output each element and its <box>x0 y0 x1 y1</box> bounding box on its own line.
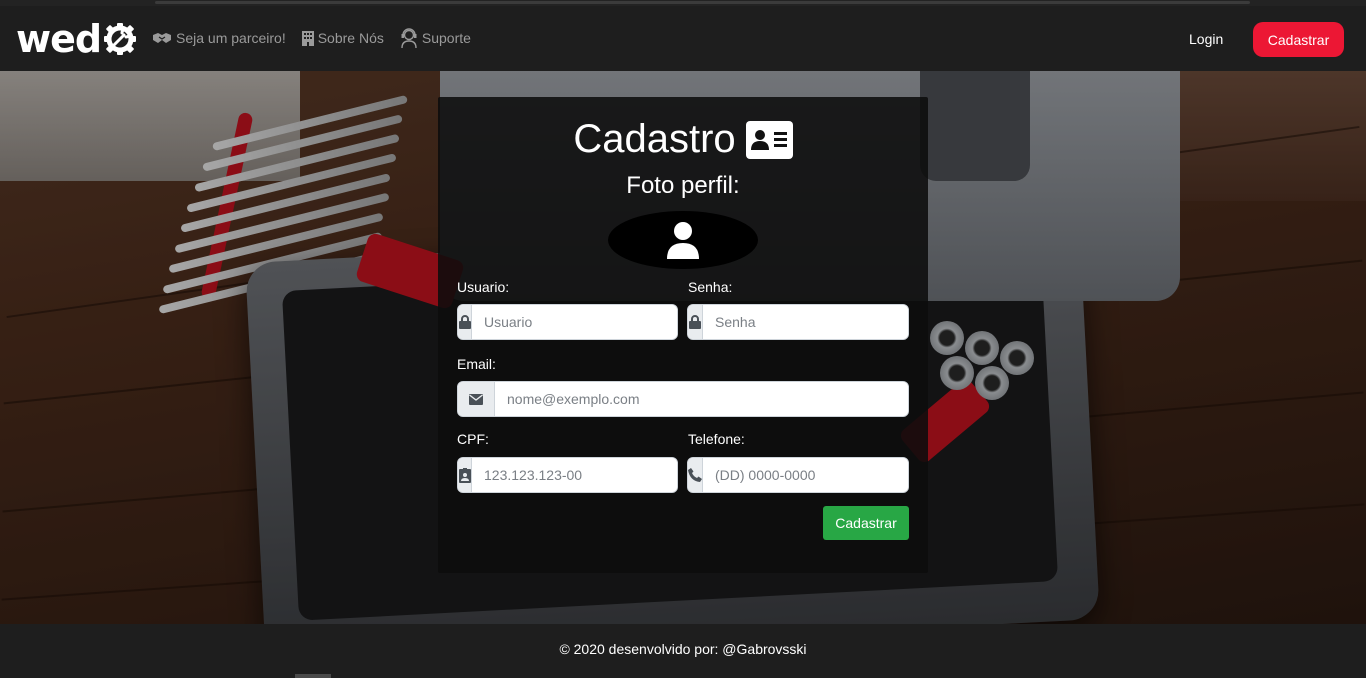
avatar-upload[interactable] <box>608 211 758 269</box>
user-icon <box>667 222 699 259</box>
email-input[interactable] <box>495 382 908 416</box>
telefone-label: Telefone: <box>688 431 745 447</box>
usuario-input-group <box>457 304 678 340</box>
footer: © 2020 desenvolvido por: @Gabrovsski <box>0 624 1366 678</box>
cpf-label: CPF: <box>457 431 489 447</box>
nav-link-about[interactable]: Sobre Nós <box>301 28 384 48</box>
top-scrollbar[interactable] <box>155 1 1250 4</box>
cpf-input-group <box>457 457 678 493</box>
bottom-scroll-indicator[interactable] <box>295 674 331 678</box>
brand-name: wed <box>16 17 102 61</box>
nav-link-support[interactable]: Suporte <box>400 28 471 48</box>
nav-links: Seja um parceiro! Sobre Nós Suporte <box>152 28 487 48</box>
senha-input-group <box>687 304 909 340</box>
building-icon <box>301 30 314 46</box>
footer-text: © 2020 desenvolvido por: @Gabrovsski <box>559 641 807 657</box>
login-link[interactable]: Login <box>1189 31 1223 47</box>
form-title: Cadastro <box>438 117 928 162</box>
senha-input[interactable] <box>703 305 908 339</box>
photo-label: Foto perfil: <box>626 172 740 199</box>
support-agent-icon <box>401 28 417 48</box>
handshake-icon <box>153 33 171 43</box>
id-card-icon <box>745 120 793 159</box>
email-label: Email: <box>457 356 496 372</box>
gear-wrench-icon <box>104 23 137 55</box>
signup-nav-button[interactable]: Cadastrar <box>1253 22 1344 57</box>
usuario-label: Usuario: <box>457 279 510 295</box>
envelope-icon <box>458 382 495 416</box>
registration-card: Cadastro Foto perfil: Usuario: Senha: <box>438 97 928 573</box>
lock-icon <box>688 305 703 339</box>
brand-logo[interactable]: wed <box>16 20 137 58</box>
cpf-input[interactable] <box>472 458 677 492</box>
navbar: wed Seja um parceiro! Sobre Nós Suporte … <box>0 6 1366 71</box>
senha-label: Senha: <box>688 279 733 295</box>
nav-link-partner[interactable]: Seja um parceiro! <box>152 28 286 48</box>
nav-link-support-label: Suporte <box>421 30 471 46</box>
telefone-input-group <box>687 457 909 493</box>
submit-button[interactable]: Cadastrar <box>823 506 909 540</box>
nav-link-about-label: Sobre Nós <box>317 30 384 46</box>
id-badge-icon <box>458 458 472 492</box>
lock-icon <box>458 305 472 339</box>
form-title-text: Cadastro <box>573 117 736 161</box>
telefone-input[interactable] <box>703 458 908 492</box>
email-input-group <box>457 381 909 417</box>
nav-link-partner-label: Seja um parceiro! <box>176 30 286 46</box>
usuario-input[interactable] <box>472 305 677 339</box>
phone-icon <box>688 458 703 492</box>
